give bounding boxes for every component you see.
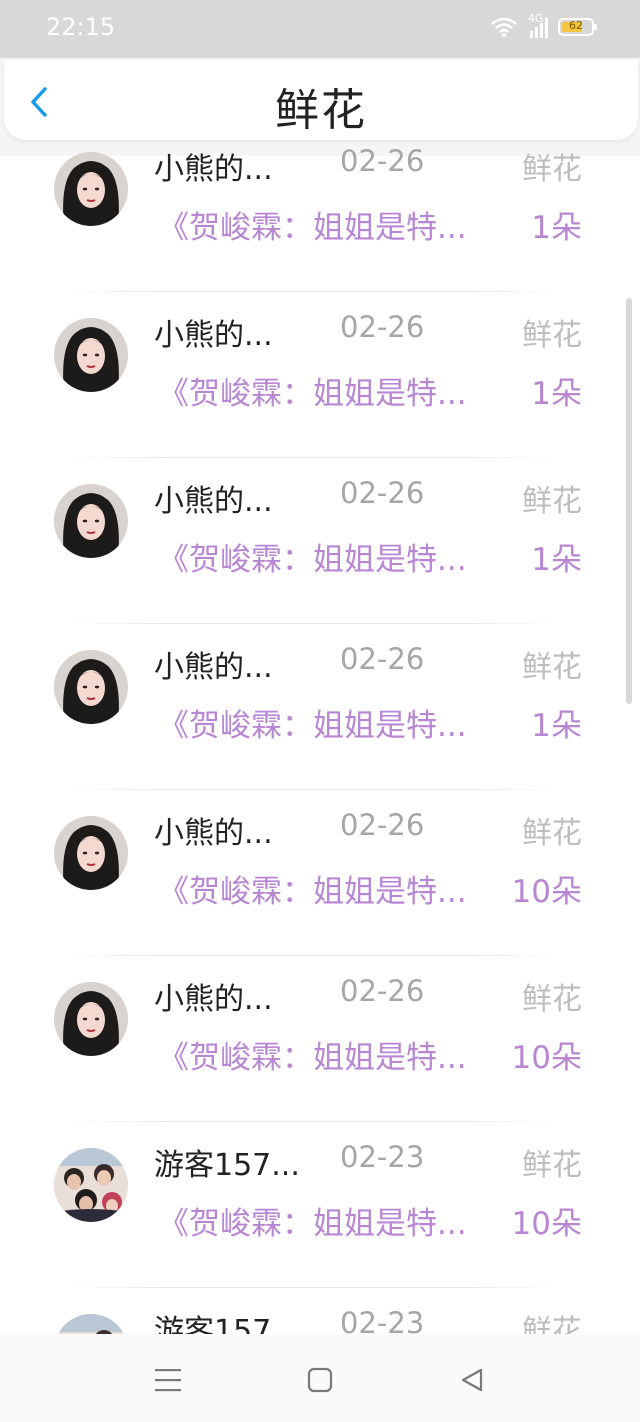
user-avatar[interactable] [54,484,128,558]
flower-record-row[interactable]: 小熊的... 02-26 鲜花 《贺峻霖：姐姐是特... 1朵 [0,624,640,790]
book-title[interactable]: 《贺峻霖：姐姐是特... [158,700,498,745]
book-title[interactable]: 《贺峻霖：姐姐是特... [158,1032,498,1077]
battery-icon: 62 [558,18,597,36]
menu-icon [155,1369,181,1392]
gift-type: 鲜花 [522,152,582,187]
gift-date: 02-26 [340,808,425,842]
flower-count: 1朵 [531,376,582,412]
gift-type: 鲜花 [522,816,582,851]
flower-record-row[interactable]: 小熊的... 02-26 鲜花 《贺峻霖：姐姐是特... 1朵 [0,292,640,458]
user-name: 游客157... [154,1314,300,1334]
flower-count: 10朵 [511,1206,582,1242]
cell-signal-icon: 4G [528,12,548,38]
flower-record-row[interactable]: 游客157... 02-23 鲜花 《贺峻霖：姐姐是特... 10朵 [0,1122,640,1288]
flower-count: 1朵 [531,708,582,744]
flower-count: 10朵 [511,874,582,910]
user-name: 小熊的... [154,816,273,851]
user-name: 游客157... [154,1148,300,1183]
book-title[interactable]: 《贺峻霖：姐姐是特... [158,534,498,579]
flower-count: 1朵 [531,210,582,246]
scrollbar[interactable] [626,298,632,704]
user-name: 小熊的... [154,318,273,353]
user-avatar[interactable] [54,1314,128,1334]
title-card: 鲜花 [4,60,638,140]
gift-type: 鲜花 [522,318,582,353]
user-name: 小熊的... [154,484,273,519]
gift-type: 鲜花 [522,650,582,685]
gift-date: 02-26 [340,310,425,344]
book-title[interactable]: 《贺峻霖：姐姐是特... [158,368,498,413]
gift-date: 02-26 [340,476,425,510]
user-name: 小熊的... [154,650,273,685]
gift-type: 鲜花 [522,1148,582,1183]
flower-record-row[interactable]: 小熊的... 02-26 鲜花 《贺峻霖：姐姐是特... 1朵 [0,134,640,292]
flower-count: 1朵 [531,542,582,578]
user-avatar[interactable] [54,1148,128,1222]
menu-button[interactable] [148,1360,188,1400]
status-time: 22:15 [46,13,116,41]
back-nav-button[interactable] [452,1360,492,1400]
user-avatar[interactable] [54,982,128,1056]
battery-level: 62 [569,19,583,32]
flower-record-row[interactable]: 小熊的... 02-26 鲜花 《贺峻霖：姐姐是特... 10朵 [0,956,640,1122]
book-title[interactable]: 《贺峻霖：姐姐是特... [158,202,498,247]
status-icons: 4G 62 [490,12,597,38]
home-button[interactable] [300,1360,340,1400]
system-nav-bar [0,1334,640,1422]
gift-type: 鲜花 [522,484,582,519]
status-bar: 22:15 4G 62 [0,0,640,58]
user-avatar[interactable] [54,650,128,724]
wifi-icon [491,17,517,37]
user-name: 小熊的... [154,982,273,1017]
flower-record-row[interactable]: 小熊的... 02-26 鲜花 《贺峻霖：姐姐是特... 10朵 [0,790,640,956]
gift-date: 02-26 [340,642,425,676]
home-square-icon [307,1367,333,1393]
page-title: 鲜花 [275,85,367,136]
book-title[interactable]: 《贺峻霖：姐姐是特... [158,866,498,911]
network-type: 4G [528,12,544,25]
gift-date: 02-23 [340,1306,425,1334]
flower-record-list[interactable]: 小熊的... 02-26 鲜花 《贺峻霖：姐姐是特... 1朵 小熊的... 02-26 鲜花… [0,134,640,1334]
flower-record-row[interactable]: 小熊的... 02-26 鲜花 《贺峻霖：姐姐是特... 1朵 [0,458,640,624]
user-avatar[interactable] [54,318,128,392]
gift-date: 02-23 [340,1140,425,1174]
back-triangle-icon [461,1368,483,1392]
gift-date: 02-26 [340,144,425,178]
flower-record-row[interactable]: 游客157... 02-23 鲜花 [0,1288,640,1334]
flower-count: 10朵 [511,1040,582,1076]
user-avatar[interactable] [54,816,128,890]
gift-type: 鲜花 [522,1314,582,1334]
gift-date: 02-26 [340,974,425,1008]
gift-type: 鲜花 [522,982,582,1017]
user-name: 小熊的... [154,152,273,187]
user-avatar[interactable] [54,152,128,226]
book-title[interactable]: 《贺峻霖：姐姐是特... [158,1198,498,1243]
